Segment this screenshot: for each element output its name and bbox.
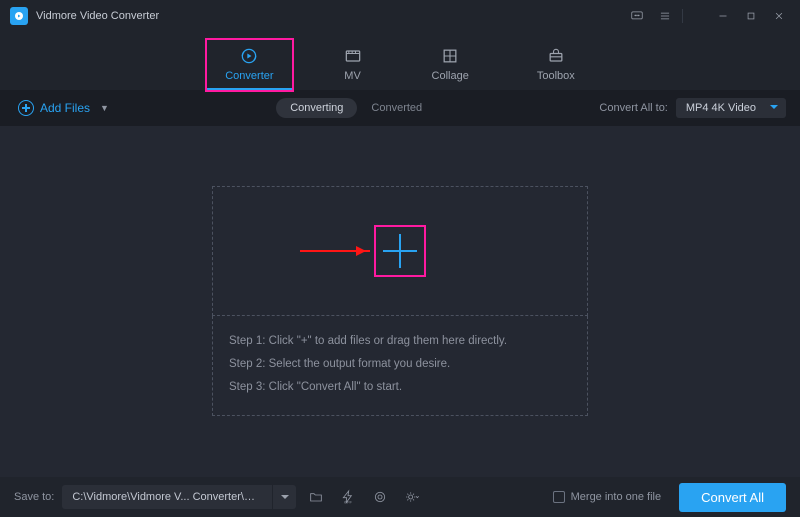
add-files-plus-icon[interactable] — [374, 225, 426, 277]
output-path-dropdown[interactable] — [272, 485, 296, 509]
nav-label: MV — [344, 70, 361, 82]
convert-all-format: Convert All to: MP4 4K Video — [599, 98, 786, 118]
convert-all-button[interactable]: Convert All — [679, 483, 786, 512]
high-speed-icon[interactable] — [368, 485, 392, 509]
nav-mv[interactable]: MV — [324, 40, 382, 90]
instruction-step-2: Step 2: Select the output format you des… — [229, 353, 571, 376]
sub-toolbar: Add Files ▼ Converting Converted Convert… — [0, 90, 800, 126]
titlebar-divider — [682, 9, 704, 23]
format-select[interactable]: MP4 4K Video — [676, 98, 786, 118]
titlebar: Vidmore Video Converter — [0, 0, 800, 32]
tab-converted[interactable]: Converted — [357, 98, 436, 118]
app-logo-icon — [10, 7, 28, 25]
tutorial-arrow-icon — [300, 250, 370, 252]
tab-converting[interactable]: Converting — [276, 98, 357, 118]
drop-zone[interactable] — [212, 186, 588, 316]
settings-dropdown-icon[interactable] — [400, 485, 424, 509]
close-icon[interactable] — [768, 5, 790, 27]
converter-icon — [238, 46, 260, 66]
instruction-step-1: Step 1: Click "+" to add files or drag t… — [229, 330, 571, 353]
menu-icon[interactable] — [654, 5, 676, 27]
work-area: Step 1: Click "+" to add files or drag t… — [0, 126, 800, 477]
nav-converter[interactable]: Converter — [207, 40, 291, 90]
nav-label: Converter — [225, 70, 273, 82]
main-nav: Converter MV Collage Toolbox — [0, 32, 800, 90]
nav-label: Toolbox — [537, 70, 575, 82]
maximize-icon[interactable] — [740, 5, 762, 27]
convert-all-label: Convert All to: — [599, 102, 667, 114]
mv-icon — [342, 46, 364, 66]
minimize-icon[interactable] — [712, 5, 734, 27]
add-files-button[interactable]: Add Files ▼ — [14, 96, 113, 120]
merge-checkbox[interactable]: Merge into one file — [553, 491, 662, 503]
collage-icon — [439, 46, 461, 66]
merge-label: Merge into one file — [571, 491, 662, 503]
output-path-box: C:\Vidmore\Vidmore V... Converter\Conver… — [62, 485, 296, 509]
save-to-label: Save to: — [14, 491, 54, 503]
footer-bar: Save to: C:\Vidmore\Vidmore V... Convert… — [0, 477, 800, 517]
instructions-panel: Step 1: Click "+" to add files or drag t… — [212, 316, 588, 416]
convert-state-toggle: Converting Converted — [276, 98, 436, 118]
open-folder-icon[interactable] — [304, 485, 328, 509]
nav-toolbox[interactable]: Toolbox — [519, 40, 593, 90]
output-path[interactable]: C:\Vidmore\Vidmore V... Converter\Conver… — [62, 491, 272, 503]
feedback-icon[interactable] — [626, 5, 648, 27]
plus-circle-icon — [18, 100, 34, 116]
nav-label: Collage — [432, 70, 469, 82]
checkbox-icon — [553, 491, 565, 503]
toolbox-icon — [545, 46, 567, 66]
hardware-accel-icon[interactable]: OFF — [336, 485, 360, 509]
nav-collage[interactable]: Collage — [414, 40, 487, 90]
app-title: Vidmore Video Converter — [36, 10, 159, 22]
svg-text:OFF: OFF — [344, 500, 353, 505]
chevron-down-icon: ▼ — [100, 103, 109, 113]
instruction-step-3: Step 3: Click "Convert All" to start. — [229, 376, 571, 399]
add-files-label: Add Files — [40, 101, 90, 115]
